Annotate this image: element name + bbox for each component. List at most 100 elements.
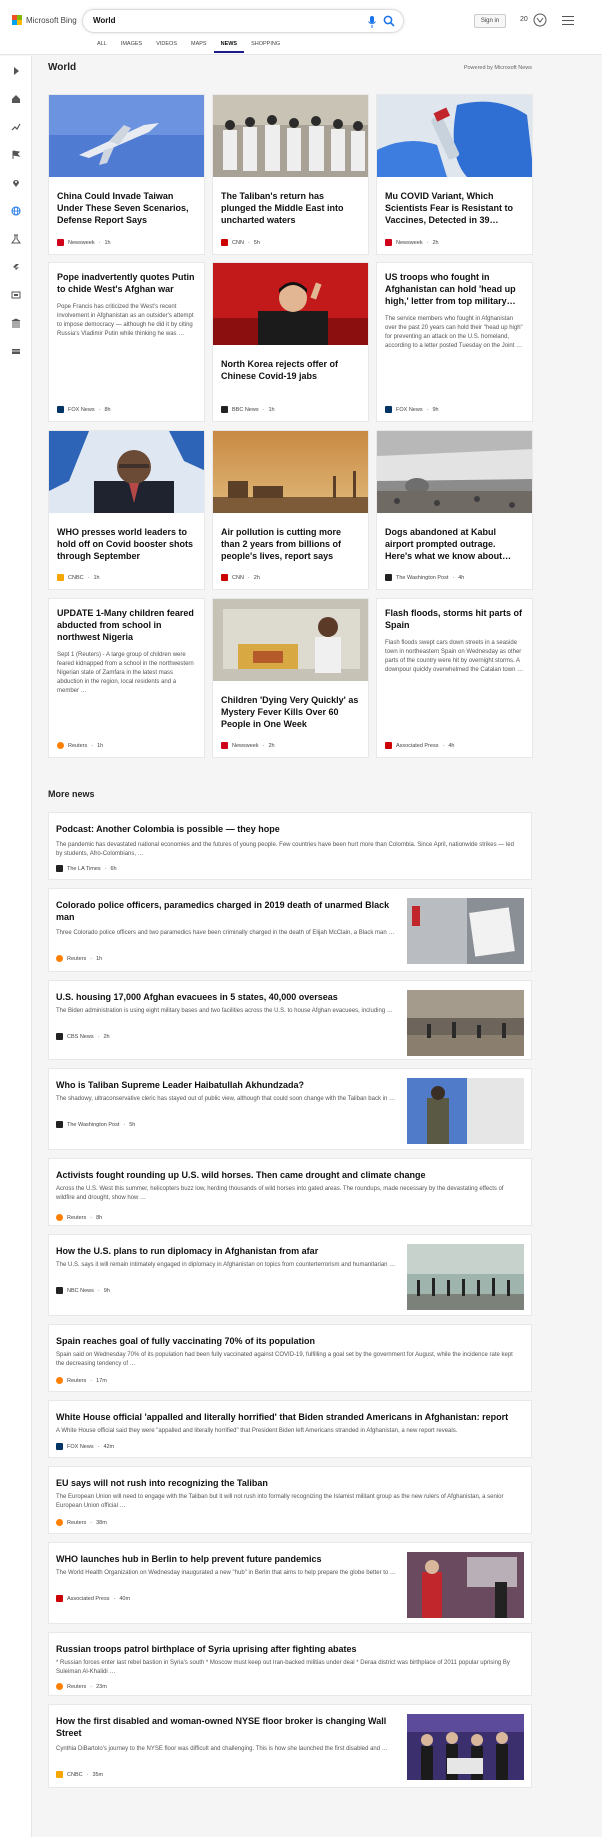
item-source: Reuters · 8h [56, 1214, 102, 1221]
news-list-item[interactable]: WHO launches hub in Berlin to help preve… [48, 1542, 532, 1624]
card-title[interactable]: North Korea rejects offer of Chinese Cov… [213, 350, 368, 382]
search-input[interactable]: World [93, 16, 116, 25]
tab-news[interactable]: NEWS [213, 38, 245, 53]
card-source: BBC News · 1h [221, 406, 275, 413]
rewards-points[interactable]: 20 [520, 16, 528, 23]
item-snippet: Across the U.S. West this summer, helico… [56, 1186, 504, 1201]
news-image-fighter-jet[interactable] [49, 95, 205, 177]
news-image-hospital-children[interactable] [213, 599, 369, 681]
news-list-item[interactable]: Spain reaches goal of fully vaccinating … [48, 1324, 532, 1392]
science-icon[interactable] [11, 234, 21, 244]
item-title[interactable]: White House official 'appalled and liter… [56, 1411, 516, 1423]
news-card[interactable]: The Taliban's return has plunged the Mid… [212, 94, 369, 255]
flag-icon[interactable] [11, 150, 21, 160]
item-source: Reuters · 23m [56, 1683, 107, 1690]
news-image-taliban-fighters[interactable] [213, 95, 369, 177]
item-title[interactable]: U.S. housing 17,000 Afghan evacuees in 5… [56, 991, 396, 1003]
item-title[interactable]: WHO launches hub in Berlin to help preve… [56, 1553, 396, 1565]
news-image-vaccine-vial[interactable] [377, 95, 533, 177]
news-card[interactable]: WHO presses world leaders to hold off on… [48, 430, 205, 590]
card-title[interactable]: Air pollution is cutting more than 2 yea… [213, 518, 368, 562]
thumbnail-airport-crowd[interactable] [407, 1244, 524, 1310]
news-card[interactable]: US troops who fought in Afghanistan can … [376, 262, 533, 422]
item-source: CNBC · 35m [56, 1771, 103, 1778]
search-icon[interactable] [383, 15, 395, 27]
card-title[interactable]: Dogs abandoned at Kabul airport prompted… [377, 518, 532, 562]
location-icon[interactable] [11, 178, 21, 188]
card-title[interactable]: Flash floods, storms hit parts of Spain [377, 599, 532, 631]
tab-videos[interactable]: VIDEOS [149, 38, 184, 53]
news-list-item[interactable]: Russian troops patrol birthplace of Syri… [48, 1632, 532, 1696]
news-list-item[interactable]: Who is Taliban Supreme Leader Haibatulla… [48, 1068, 532, 1150]
home-icon[interactable] [11, 94, 21, 104]
news-list-item[interactable]: U.S. housing 17,000 Afghan evacuees in 5… [48, 980, 532, 1060]
item-title[interactable]: Russian troops patrol birthplace of Syri… [56, 1643, 516, 1655]
sign-in-button[interactable]: Sign in [474, 14, 506, 28]
thumbnail-merkel-speech[interactable] [407, 1552, 524, 1618]
thumbnail-evacuees-hangar[interactable] [407, 990, 524, 1056]
item-title[interactable]: Who is Taliban Supreme Leader Haibatulla… [56, 1079, 396, 1091]
news-list-item[interactable]: White House official 'appalled and liter… [48, 1400, 532, 1458]
bing-logo[interactable]: Microsoft Bing [12, 15, 77, 25]
news-card[interactable]: Pope inadvertently quotes Putin to chide… [48, 262, 205, 422]
item-source: Reuters · 1h [56, 955, 102, 962]
news-card[interactable]: Air pollution is cutting more than 2 yea… [212, 430, 369, 590]
powered-by[interactable]: Powered by Microsoft News [464, 65, 532, 71]
item-snippet: The U.S. says it will remain intimately … [56, 1262, 396, 1268]
news-list-item[interactable]: EU says will not rush into recognizing t… [48, 1466, 532, 1534]
news-card[interactable]: Mu COVID Variant, Which Scientists Fear … [376, 94, 533, 255]
politics-icon[interactable] [11, 318, 21, 328]
news-card[interactable]: Dogs abandoned at Kabul airport prompted… [376, 430, 533, 590]
tab-all[interactable]: ALL [90, 38, 114, 53]
card-title[interactable]: The Taliban's return has plunged the Mid… [213, 182, 368, 226]
entertainment-icon[interactable] [11, 290, 21, 300]
search-box[interactable]: World [82, 9, 404, 33]
news-image-smoggy-city[interactable] [213, 431, 369, 513]
news-image-who-director[interactable] [49, 431, 205, 513]
news-card[interactable]: North Korea rejects offer of Chinese Cov… [212, 262, 369, 422]
menu-icon[interactable] [562, 16, 574, 26]
card-title[interactable]: WHO presses world leaders to hold off on… [49, 518, 204, 562]
thumbnail-nyse-floor[interactable] [407, 1714, 524, 1780]
tab-images[interactable]: IMAGES [114, 38, 149, 53]
thumbnail-taliban-mural[interactable] [407, 1078, 524, 1144]
item-title[interactable]: How the U.S. plans to run diplomacy in A… [56, 1245, 396, 1257]
card-title[interactable]: Mu COVID Variant, Which Scientists Fear … [377, 182, 532, 226]
money-icon[interactable] [11, 346, 21, 356]
item-title[interactable]: Colorado police officers, paramedics cha… [56, 899, 396, 923]
item-title[interactable]: EU says will not rush into recognizing t… [56, 1477, 516, 1489]
reuters-logo-icon [56, 1377, 63, 1384]
news-card[interactable]: China Could Invade Taiwan Under These Se… [48, 94, 205, 255]
microphone-icon[interactable] [367, 16, 377, 28]
card-title[interactable]: US troops who fought in Afghanistan can … [377, 263, 532, 307]
item-title[interactable]: Podcast: Another Colombia is possible — … [56, 823, 516, 835]
news-card[interactable]: Flash floods, storms hit parts of Spain … [376, 598, 533, 758]
news-image-kim-jong-un[interactable] [213, 263, 369, 345]
news-list-item[interactable]: Activists fought rounding up U.S. wild h… [48, 1158, 532, 1226]
rocket-icon[interactable] [11, 262, 21, 272]
card-title[interactable]: Pope inadvertently quotes Putin to chide… [49, 263, 204, 295]
item-title[interactable]: How the first disabled and woman-owned N… [56, 1715, 396, 1739]
news-image-kabul-airport[interactable] [377, 431, 533, 513]
thumbnail-protest-sign[interactable] [407, 898, 524, 964]
tab-shopping[interactable]: SHOPPING [244, 38, 287, 53]
card-title[interactable]: UPDATE 1-Many children feared abducted f… [49, 599, 204, 643]
news-card[interactable]: Children 'Dying Very Quickly' as Mystery… [212, 598, 369, 758]
expand-arrow-icon[interactable] [11, 66, 21, 76]
news-list-item[interactable]: Podcast: Another Colombia is possible — … [48, 812, 532, 880]
card-snippet: The service members who fought in Afghan… [385, 316, 523, 349]
item-title[interactable]: Activists fought rounding up U.S. wild h… [56, 1169, 516, 1181]
news-list-item[interactable]: How the U.S. plans to run diplomacy in A… [48, 1234, 532, 1316]
globe-icon[interactable] [11, 206, 21, 216]
news-list-item[interactable]: Colorado police officers, paramedics cha… [48, 888, 532, 972]
fox-news-logo-icon [385, 406, 392, 413]
tab-maps[interactable]: MAPS [184, 38, 214, 53]
news-card[interactable]: UPDATE 1-Many children feared abducted f… [48, 598, 205, 758]
trending-icon[interactable] [11, 122, 21, 132]
rewards-medal-icon[interactable] [533, 13, 547, 27]
news-list-item[interactable]: How the first disabled and woman-owned N… [48, 1704, 532, 1788]
item-source: FOX News · 42m [56, 1443, 114, 1450]
item-title[interactable]: Spain reaches goal of fully vaccinating … [56, 1335, 516, 1347]
card-title[interactable]: China Could Invade Taiwan Under These Se… [49, 182, 204, 226]
card-title[interactable]: Children 'Dying Very Quickly' as Mystery… [213, 686, 368, 730]
